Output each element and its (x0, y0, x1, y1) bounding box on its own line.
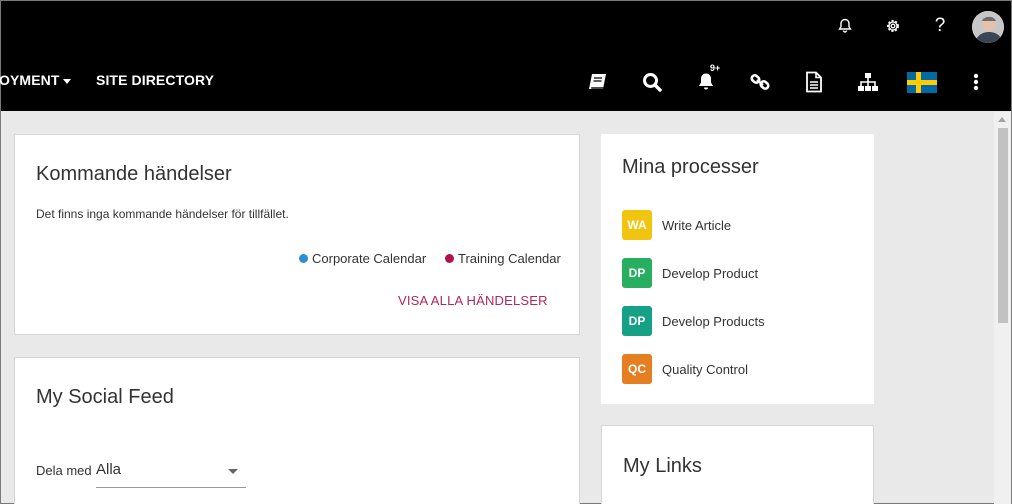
more-vertical-icon[interactable] (963, 69, 989, 95)
share-with-select[interactable]: Alla (96, 458, 246, 488)
process-tile: DP (622, 258, 652, 288)
legend-corporate-calendar[interactable]: Corporate Calendar (299, 251, 426, 266)
process-tile: WA (622, 210, 652, 240)
process-item[interactable]: WA Write Article (622, 210, 731, 240)
process-item[interactable]: DP Develop Product (622, 258, 758, 288)
process-tile: DP (622, 306, 652, 336)
gear-icon[interactable] (881, 14, 905, 38)
card-title: Mina processer (622, 156, 759, 178)
nav-item-label: OYMENT (0, 72, 60, 88)
scrollbar-thumb[interactable] (998, 128, 1008, 323)
process-label: Quality Control (662, 361, 748, 377)
notification-badge: 9+ (710, 63, 721, 73)
my-processes-card: Mina processer WA Write Article DP Devel… (601, 134, 874, 404)
legend-dot (445, 254, 454, 263)
process-tile: QC (622, 354, 652, 384)
sweden-flag-icon[interactable] (906, 69, 938, 95)
process-label: Write Article (662, 217, 732, 233)
user-avatar[interactable] (972, 11, 1004, 43)
bell-outline-icon[interactable] (833, 14, 857, 38)
process-label: Develop Product (662, 265, 759, 281)
document-icon[interactable] (801, 69, 827, 95)
empty-message: Det finns inga kommande händelser för ti… (36, 207, 289, 221)
share-with-value: Alla (96, 461, 122, 478)
see-all-events-link[interactable]: VISA ALLA HÄNDELSER (398, 293, 548, 308)
notifications-bell-icon[interactable]: 9+ (693, 63, 720, 95)
caret-down-icon (62, 78, 71, 84)
upcoming-events-card: Kommande händelser Det finns inga komman… (14, 134, 580, 335)
my-links-card: My Links (601, 425, 874, 504)
process-item[interactable]: DP Develop Products (622, 306, 765, 336)
legend-label: Training Calendar (458, 251, 561, 266)
vertical-scrollbar[interactable] (994, 112, 1011, 504)
legend-label: Corporate Calendar (312, 251, 427, 266)
card-title: My Social Feed (36, 386, 174, 408)
social-feed-card: My Social Feed Dela med Alla (14, 357, 580, 504)
process-label: Develop Products (662, 313, 765, 329)
help-icon[interactable]: ? (928, 14, 952, 38)
top-bar: ? (1, 1, 1011, 53)
legend-dot (299, 254, 308, 263)
legend-training-calendar[interactable]: Training Calendar (445, 251, 561, 266)
link-icon[interactable] (747, 69, 773, 95)
sitemap-icon[interactable] (855, 69, 881, 95)
scroll-up-arrow-icon[interactable] (998, 117, 1006, 122)
book-icon[interactable] (585, 69, 611, 95)
process-item[interactable]: QC Quality Control (622, 354, 748, 384)
nav-bar: OYMENT SITE DIRECTORY 9+ (0, 53, 1011, 111)
nav-item-deployment[interactable]: OYMENT (0, 72, 71, 88)
nav-item-site-directory[interactable]: SITE DIRECTORY (96, 72, 214, 88)
card-title: Kommande händelser (36, 163, 232, 185)
share-with-label: Dela med (36, 463, 92, 478)
chevron-down-icon (228, 469, 238, 474)
card-title: My Links (623, 455, 702, 477)
search-icon[interactable] (639, 69, 665, 95)
